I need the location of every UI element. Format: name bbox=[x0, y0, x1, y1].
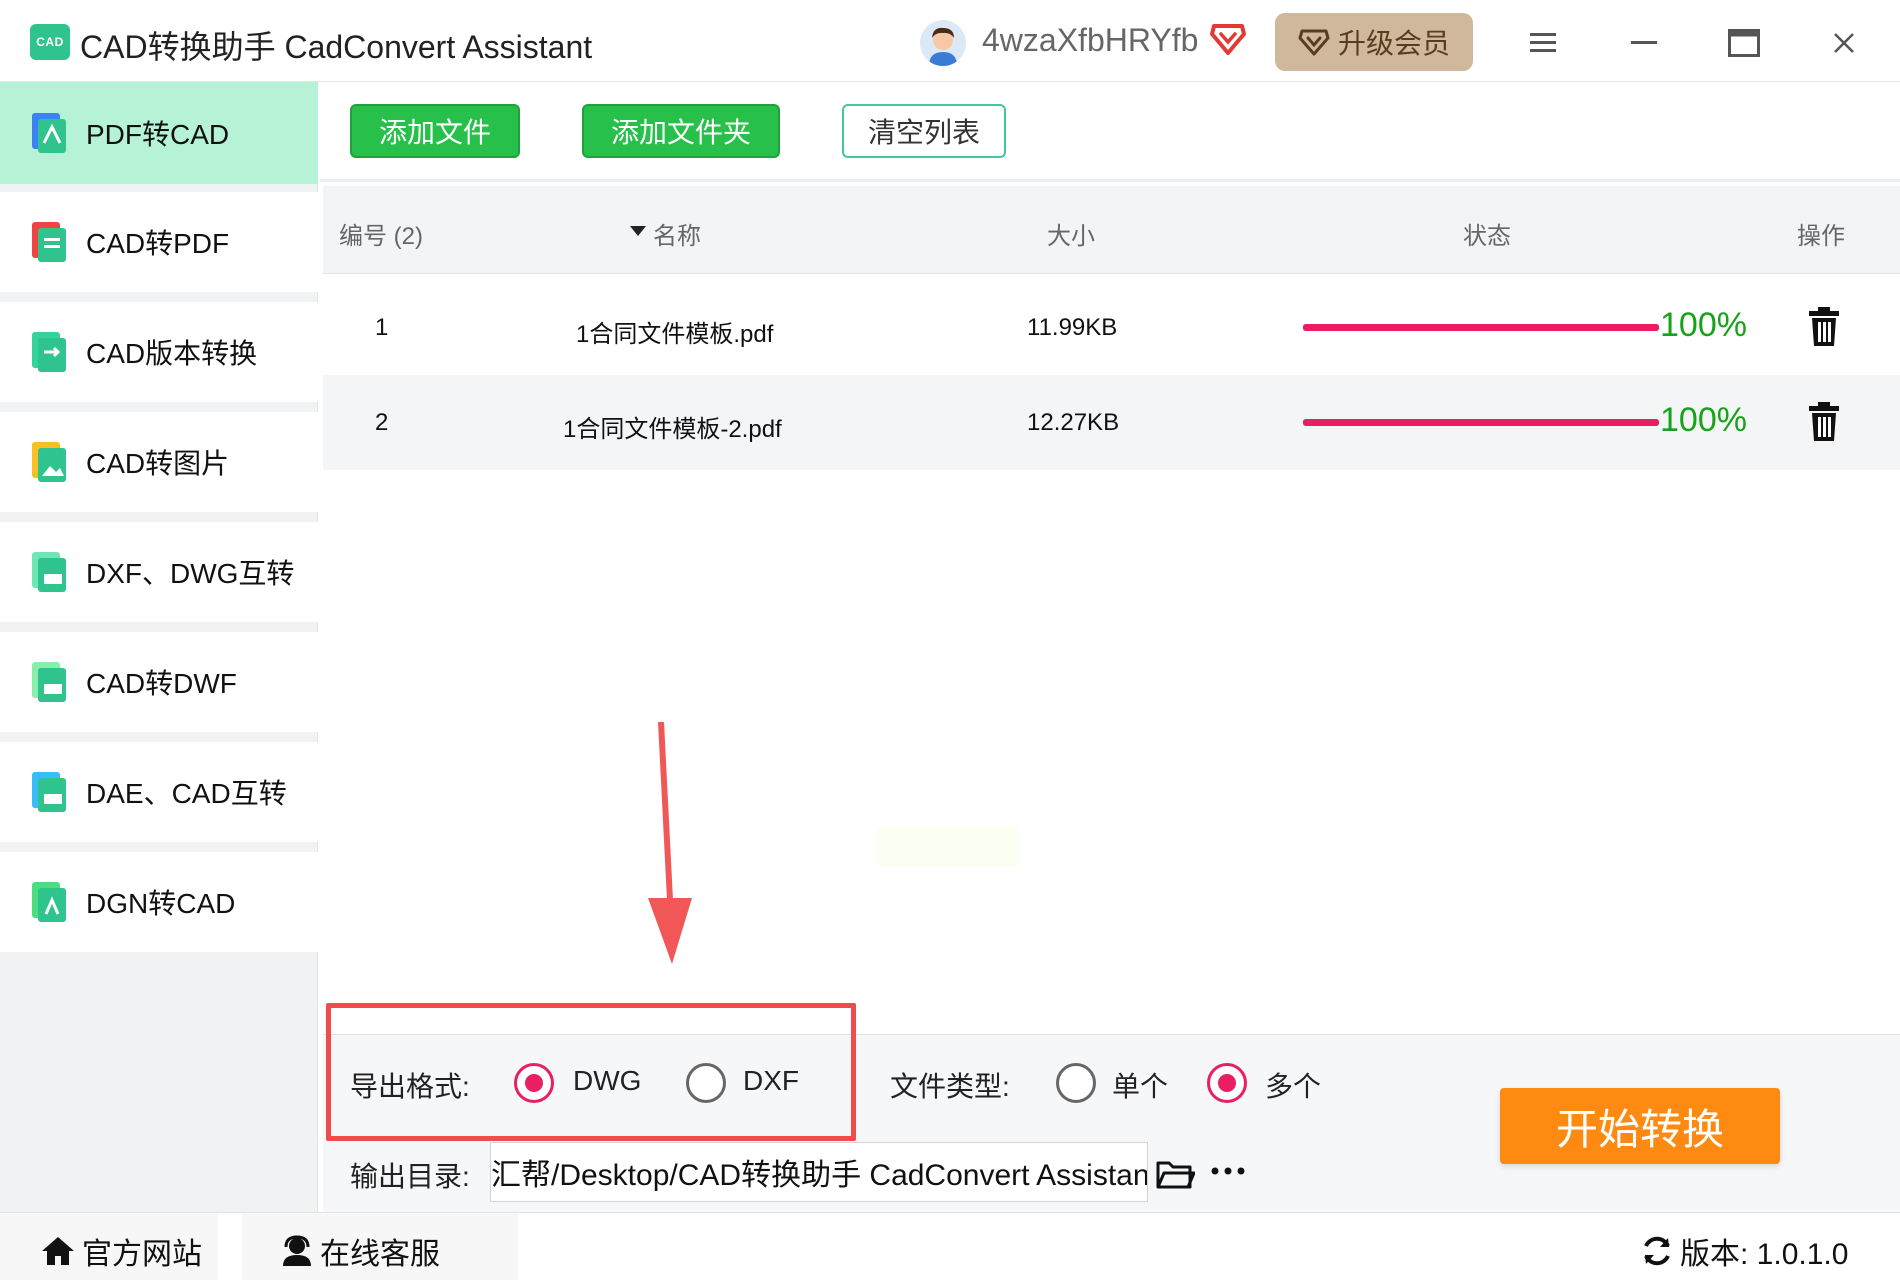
vip-diamond-icon bbox=[1210, 22, 1246, 56]
dxf-dwg-icon bbox=[30, 550, 68, 594]
row-index: 2 bbox=[375, 409, 389, 436]
more-options-icon[interactable] bbox=[1210, 1163, 1250, 1183]
maximize-icon[interactable] bbox=[1719, 18, 1769, 68]
progress-fill bbox=[1303, 324, 1659, 331]
app-logo: CAD bbox=[30, 24, 70, 60]
cad-to-image-icon bbox=[30, 440, 68, 484]
header-name[interactable]: 名称 bbox=[653, 216, 701, 251]
row-index: 1 bbox=[375, 314, 389, 341]
sidebar-item-cad-to-image[interactable]: CAD转图片 bbox=[0, 412, 318, 512]
sidebar-item-label: CAD转DWF bbox=[86, 668, 237, 699]
sidebar-item-label: CAD转图片 bbox=[86, 448, 230, 479]
sidebar-item-dxf-dwg[interactable]: DXF、DWG互转 bbox=[0, 522, 318, 622]
online-support-label: 在线客服 bbox=[320, 1238, 440, 1271]
minimize-icon[interactable] bbox=[1619, 18, 1669, 68]
upgrade-vip-button[interactable]: 升级会员 bbox=[1275, 13, 1473, 71]
online-support-link[interactable]: 在线客服 bbox=[280, 1229, 440, 1273]
support-agent-icon bbox=[283, 1235, 311, 1266]
sidebar: PDF转CAD CAD转PDF CAD版本转换 CAD转图片 DXF、DWG互转… bbox=[0, 82, 318, 1212]
version-info[interactable]: 版本: 1.0.1.0 bbox=[1640, 1229, 1848, 1273]
cad-to-dwf-icon bbox=[30, 660, 68, 704]
official-website-link[interactable]: 官方网站 bbox=[40, 1229, 202, 1273]
dae-cad-icon bbox=[30, 770, 68, 814]
dgn-to-cad-icon bbox=[30, 880, 68, 924]
header-action: 操作 bbox=[1797, 223, 1845, 250]
output-dir-label: 输出目录: bbox=[350, 1161, 470, 1192]
sidebar-item-cad-version[interactable]: CAD版本转换 bbox=[0, 302, 318, 402]
app-logo-text: CAD bbox=[36, 35, 64, 49]
output-directory-text: 汇帮/Desktop/CAD转换助手 CadConvert Assistant bbox=[491, 1159, 1148, 1192]
annotation-highlight-box bbox=[326, 1003, 856, 1141]
table-row[interactable]: 1 1合同文件模板.pdf 11.99KB 100% bbox=[323, 280, 1900, 375]
file-size: 11.99KB bbox=[1027, 314, 1118, 341]
menu-icon[interactable] bbox=[1518, 18, 1568, 68]
header-status: 状态 bbox=[1463, 223, 1511, 250]
delete-icon[interactable] bbox=[1805, 306, 1843, 348]
sidebar-item-dgn-to-cad[interactable]: DGN转CAD bbox=[0, 852, 318, 952]
file-type-single-label[interactable]: 单个 bbox=[1112, 1065, 1168, 1105]
sidebar-item-pdf-to-cad[interactable]: PDF转CAD bbox=[0, 82, 318, 184]
faint-watermark bbox=[878, 826, 1018, 866]
folder-icon[interactable] bbox=[1155, 1157, 1196, 1191]
diamond-icon bbox=[1298, 29, 1330, 56]
user-avatar[interactable] bbox=[920, 20, 966, 66]
radio-single[interactable] bbox=[1056, 1063, 1096, 1103]
progress-bar bbox=[1303, 419, 1659, 426]
cad-version-icon bbox=[30, 330, 68, 374]
file-size: 12.27KB bbox=[1027, 409, 1120, 436]
sidebar-item-label: CAD版本转换 bbox=[86, 338, 258, 369]
upgrade-label: 升级会员 bbox=[1337, 28, 1450, 59]
app-title: CAD转换助手 CadConvert Assistant bbox=[80, 29, 593, 65]
sidebar-item-label: PDF转CAD bbox=[86, 119, 230, 150]
sort-desc-icon[interactable] bbox=[629, 216, 647, 244]
sidebar-item-label: DAE、CAD互转 bbox=[86, 778, 287, 809]
file-type-label: 文件类型: bbox=[890, 1071, 1010, 1102]
file-type-multiple-label[interactable]: 多个 bbox=[1265, 1065, 1321, 1105]
sidebar-item-label: DXF、DWG互转 bbox=[86, 558, 295, 589]
toolbar: 添加文件 添加文件夹 清空列表 bbox=[320, 82, 1900, 182]
add-folder-button[interactable]: 添加文件夹 bbox=[582, 104, 780, 158]
table-row[interactable]: 2 1合同文件模板-2.pdf 12.27KB 100% bbox=[323, 375, 1900, 470]
refresh-icon bbox=[1644, 1236, 1670, 1266]
pdf-to-cad-icon bbox=[30, 111, 68, 155]
progress-fill bbox=[1303, 419, 1659, 426]
sidebar-item-label: CAD转PDF bbox=[86, 228, 230, 259]
progress-bar bbox=[1303, 324, 1659, 331]
start-convert-button[interactable]: 开始转换 bbox=[1500, 1088, 1780, 1164]
title-bar: CAD CAD转换助手 CadConvert Assistant 4wzaXfb… bbox=[0, 0, 1900, 82]
header-size[interactable]: 大小 bbox=[1047, 216, 1095, 251]
file-name: 1合同文件模板.pdf bbox=[576, 321, 774, 348]
add-file-button[interactable]: 添加文件 bbox=[350, 104, 520, 158]
version-label: 版本: 1.0.1.0 bbox=[1680, 1238, 1849, 1271]
sidebar-item-dae-cad[interactable]: DAE、CAD互转 bbox=[0, 742, 318, 842]
username[interactable]: 4wzaXfbHRYfb bbox=[982, 22, 1198, 59]
radio-multiple[interactable] bbox=[1207, 1063, 1247, 1103]
file-name: 1合同文件模板-2.pdf bbox=[563, 416, 782, 443]
file-table-header: 编号 (2) 名称 大小 状态 操作 bbox=[323, 186, 1900, 274]
clear-list-button[interactable]: 清空列表 bbox=[842, 104, 1006, 158]
delete-icon[interactable] bbox=[1805, 401, 1843, 443]
annotation-arrow-icon bbox=[640, 720, 700, 970]
output-directory-field[interactable]: 汇帮/Desktop/CAD转换助手 CadConvert Assistant bbox=[490, 1142, 1148, 1202]
sidebar-item-cad-to-dwf[interactable]: CAD转DWF bbox=[0, 632, 318, 732]
close-icon[interactable] bbox=[1819, 18, 1869, 68]
progress-percent: 100% bbox=[1660, 306, 1747, 344]
cad-to-pdf-icon bbox=[30, 220, 68, 264]
progress-percent: 100% bbox=[1660, 401, 1747, 439]
sidebar-item-cad-to-pdf[interactable]: CAD转PDF bbox=[0, 192, 318, 292]
official-website-label: 官方网站 bbox=[82, 1238, 202, 1271]
home-icon bbox=[42, 1237, 74, 1265]
footer: 官方网站 在线客服 版本: 1.0.1.0 bbox=[0, 1212, 1900, 1280]
sidebar-item-label: DGN转CAD bbox=[86, 888, 236, 919]
header-index[interactable]: 编号 (2) bbox=[339, 216, 423, 251]
